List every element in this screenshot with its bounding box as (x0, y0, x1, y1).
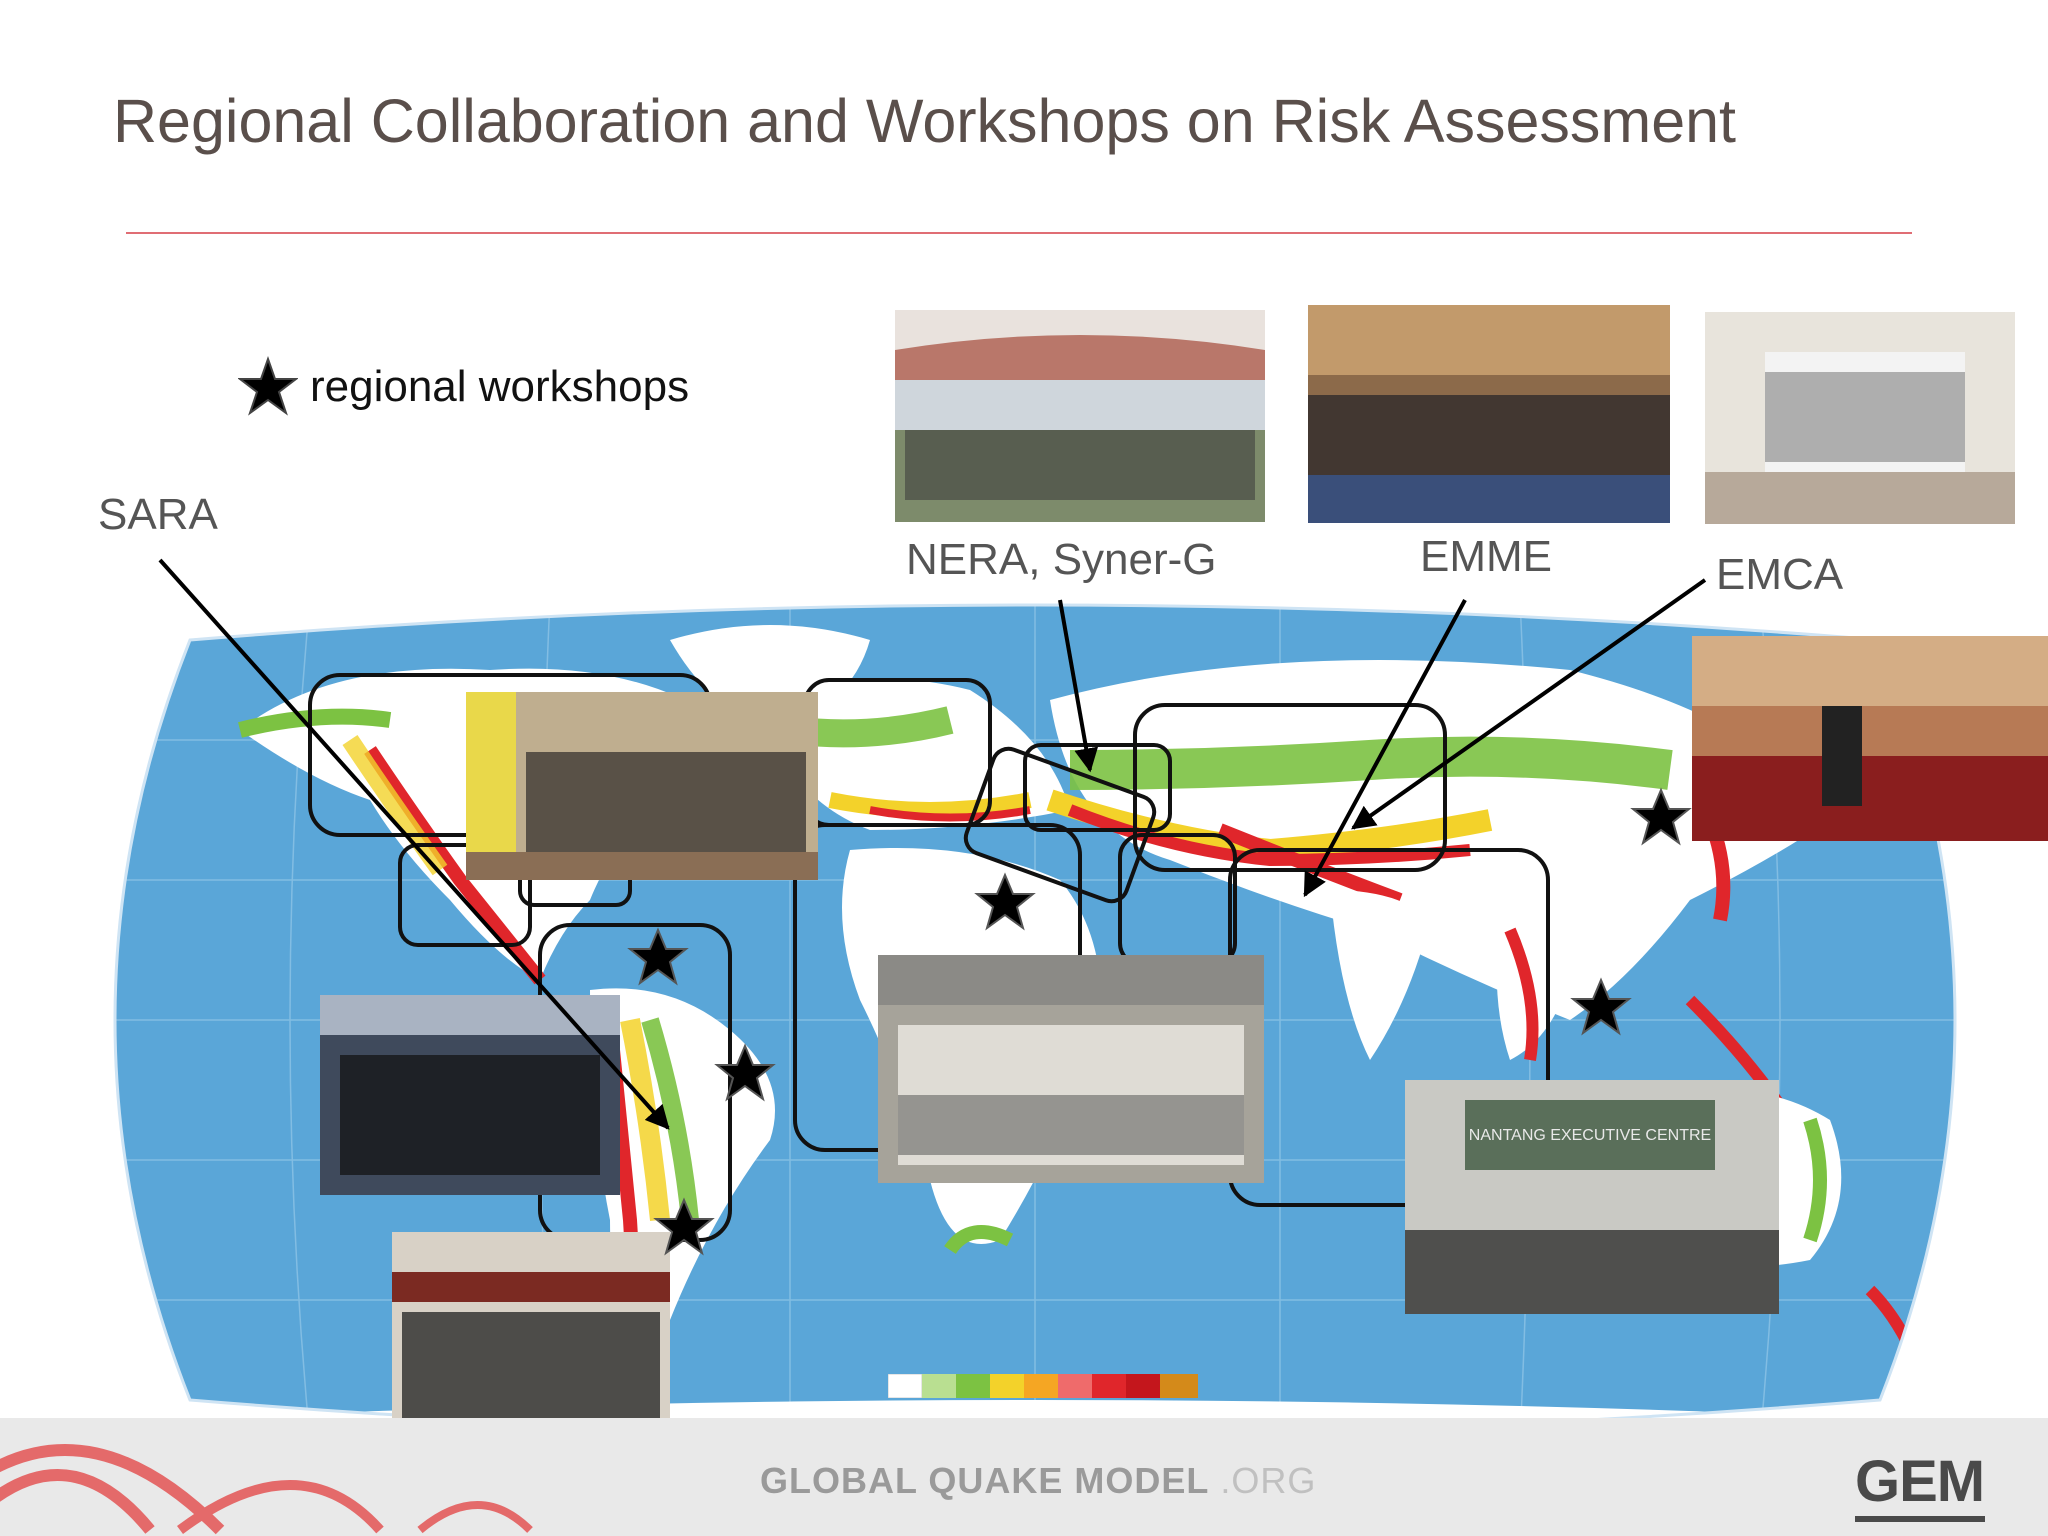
photo-sign-text: NANTANG EXECUTIVE CENTRE (1469, 1127, 1711, 1144)
slide-title: Regional Collaboration and Workshops on … (113, 87, 1736, 155)
photo-africa-group (878, 955, 1264, 1183)
photo-emca-group (1705, 312, 2015, 524)
title-divider (126, 232, 1912, 234)
photo-emme-conference (1308, 305, 1670, 523)
footer-website-main: GLOBAL QUAKE MODEL (760, 1460, 1210, 1501)
label-emme: EMME (1420, 532, 1552, 581)
photo-nera-group (895, 310, 1265, 522)
legend-label: regional workshops (310, 362, 690, 411)
footer-website[interactable]: GLOBAL QUAKE MODEL .ORG (760, 1460, 1316, 1502)
label-nera: NERA, Syner-G (906, 535, 1217, 584)
photo-southeast-asia-group: NANTANG EXECUTIVE CENTRE (1405, 1080, 1779, 1314)
label-emca: EMCA (1716, 550, 1844, 599)
legend: regional workshops (238, 352, 689, 422)
footer-website-suffix: .ORG (1209, 1460, 1317, 1501)
gem-logo-underline (1855, 1516, 1985, 1522)
star-icon (238, 355, 298, 416)
photo-north-america-group (466, 692, 818, 880)
gem-logo: GEM (1855, 1449, 1985, 1514)
hazard-color-scale (888, 1374, 1198, 1398)
photo-east-asia-meeting (1692, 636, 2048, 841)
footer-arcs-logo (0, 1444, 533, 1535)
label-sara: SARA (98, 490, 218, 539)
photo-central-america-group (320, 995, 620, 1195)
